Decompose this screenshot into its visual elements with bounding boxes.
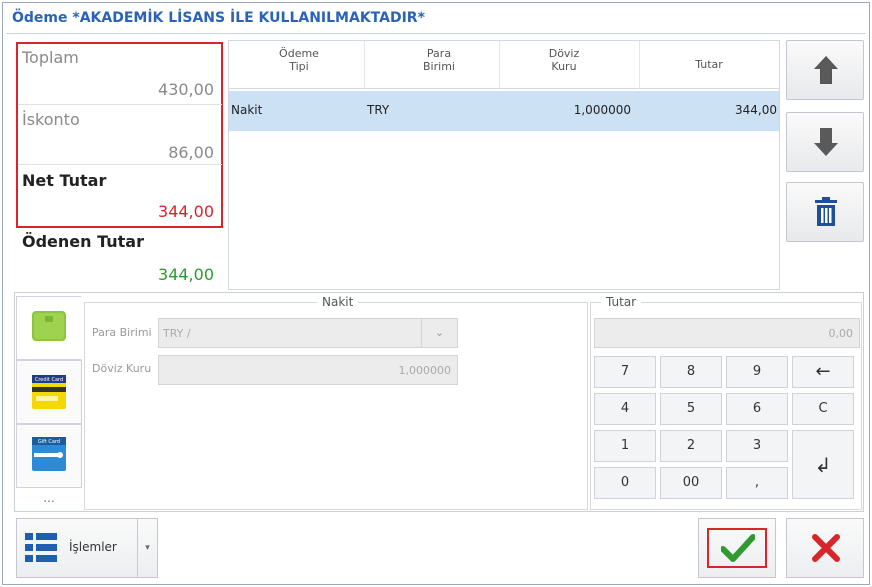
column-header-odeme-tipi[interactable]: Ödeme Tipi — [249, 47, 349, 73]
key-3[interactable]: 3 — [726, 430, 788, 462]
para-birimi-value: TRY / — [163, 327, 191, 340]
confirm-button[interactable] — [698, 518, 776, 578]
key-8[interactable]: 8 — [660, 356, 722, 388]
gift-card-caption: Gift Card — [38, 439, 60, 445]
payment-type-credit-card-tab[interactable]: Credit Card — [16, 360, 82, 424]
key-7[interactable]: 7 — [594, 356, 656, 388]
move-up-button[interactable] — [786, 40, 864, 100]
nakit-legend: Nakit — [317, 295, 359, 309]
key-4[interactable]: 4 — [594, 393, 656, 425]
cell-para-birimi: TRY — [367, 103, 390, 117]
net-tutar-value: 344,00 — [158, 202, 214, 221]
column-header-tutar[interactable]: Tutar — [649, 58, 769, 71]
payments-grid[interactable]: Ödeme Tipi Para Birimi Döviz Kuru Tutar Nak… — [228, 40, 780, 290]
net-tutar-label: Net Tutar — [22, 171, 107, 190]
key-clear[interactable]: C — [792, 393, 854, 425]
divider — [18, 164, 222, 165]
column-header-text: Kuru — [551, 60, 577, 73]
key-2[interactable]: 2 — [660, 430, 722, 462]
payment-type-gift-card-tab[interactable]: Gift Card — [16, 424, 82, 488]
trash-icon — [815, 197, 837, 226]
more-payment-types-indicator[interactable]: ... — [16, 486, 82, 512]
payment-type-cash-tab[interactable] — [16, 296, 82, 360]
column-header-text: Ödeme — [279, 47, 319, 60]
toplam-label: Toplam — [22, 48, 79, 67]
column-header-text: Döviz — [548, 47, 580, 60]
column-header-text: Tutar — [695, 58, 723, 71]
tutar-legend: Tutar — [601, 295, 642, 309]
doviz-kuru-field[interactable]: 1,000000 — [158, 355, 458, 385]
column-header-para-birimi[interactable]: Para Birimi — [379, 47, 499, 73]
cancel-button[interactable] — [786, 518, 864, 578]
column-separator — [364, 41, 365, 89]
move-down-button[interactable] — [786, 112, 864, 172]
para-birimi-label: Para Birimi — [92, 326, 152, 339]
islemler-button[interactable]: İşlemler ▾ — [16, 518, 158, 578]
credit-card-icon: Credit Card — [32, 375, 66, 409]
column-header-text: Tipi — [289, 60, 309, 73]
para-birimi-select[interactable]: TRY / ⌄ — [158, 318, 458, 348]
close-icon — [812, 534, 840, 562]
column-header-text: Birimi — [423, 60, 455, 73]
odenen-tutar-label: Ödenen Tutar — [22, 232, 144, 251]
islemler-label: İşlemler — [69, 540, 117, 554]
cash-icon — [32, 311, 66, 341]
islemler-dropdown-arrow[interactable]: ▾ — [137, 519, 157, 577]
chevron-down-icon[interactable]: ⌄ — [421, 319, 457, 347]
arrow-up-icon — [814, 56, 838, 84]
totals-highlight-box — [16, 42, 223, 228]
list-icon — [25, 533, 57, 562]
arrow-down-icon — [814, 128, 838, 156]
cell-doviz-kuru: 1,000000 — [573, 103, 631, 117]
column-separator — [639, 41, 640, 89]
tutar-display-value: 0,00 — [828, 327, 854, 340]
gift-card-icon: Gift Card — [32, 437, 66, 471]
key-backspace[interactable]: ← — [792, 356, 854, 388]
key-comma[interactable]: , — [726, 467, 788, 499]
key-6[interactable]: 6 — [726, 393, 788, 425]
tutar-display[interactable]: 0,00 — [594, 318, 860, 348]
iskonto-value: 86,00 — [168, 143, 214, 162]
delete-row-button[interactable] — [786, 182, 864, 242]
key-9[interactable]: 9 — [726, 356, 788, 388]
cell-odeme-tipi: Nakit — [231, 103, 263, 117]
odenen-tutar-value: 344,00 — [158, 265, 214, 284]
key-1[interactable]: 1 — [594, 430, 656, 462]
key-5[interactable]: 5 — [660, 393, 722, 425]
column-separator — [499, 41, 500, 89]
title-divider — [6, 33, 866, 34]
key-0[interactable]: 0 — [594, 467, 656, 499]
dialog-title: Ödeme *AKADEMİK LİSANS İLE KULLANILMAKTA… — [12, 10, 425, 26]
credit-card-caption: Credit Card — [35, 377, 63, 383]
grid-header: Ödeme Tipi Para Birimi Döviz Kuru Tutar — [229, 41, 779, 89]
column-header-text: Para — [426, 47, 452, 60]
table-row[interactable]: Nakit TRY 1,000000 344,00 — [229, 91, 779, 131]
doviz-kuru-label: Döviz Kuru — [92, 362, 152, 375]
doviz-kuru-value: 1,000000 — [398, 364, 452, 377]
key-enter[interactable]: ↲ — [792, 430, 854, 499]
key-00[interactable]: 00 — [660, 467, 722, 499]
totals-panel: Toplam 430,00 İskonto 86,00 Net Tutar 34… — [14, 40, 226, 290]
divider — [18, 104, 222, 105]
cell-tutar: 344,00 — [735, 103, 777, 117]
checkmark-icon — [721, 534, 755, 562]
column-header-doviz-kuru[interactable]: Döviz Kuru — [504, 47, 624, 73]
toplam-value: 430,00 — [158, 80, 214, 99]
iskonto-label: İskonto — [22, 110, 80, 129]
